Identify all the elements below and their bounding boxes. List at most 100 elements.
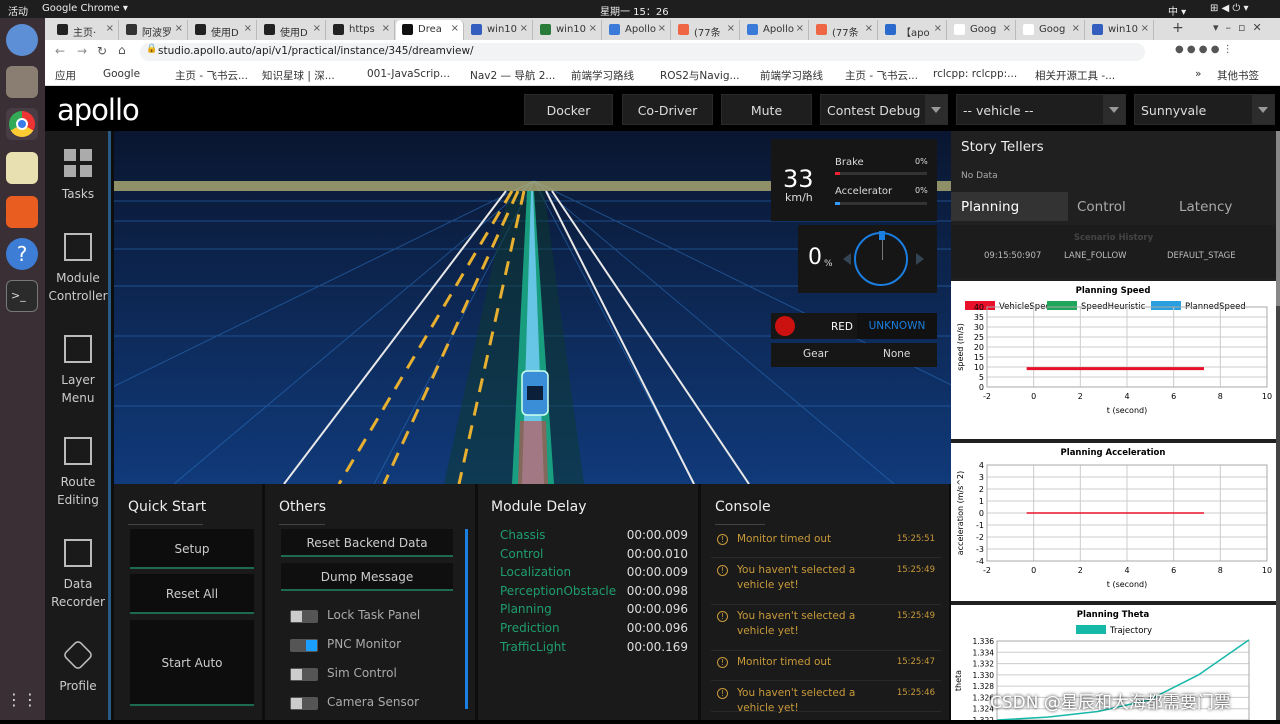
browser-tab[interactable]: win10 × (1086, 20, 1154, 40)
nav-tasks[interactable]: Tasks (45, 149, 111, 203)
bookmark-item[interactable]: ROS2与Navig... (660, 68, 740, 83)
help-icon[interactable]: ? (6, 238, 38, 270)
y-tick-label: -3 (976, 545, 984, 554)
browser-tab[interactable]: Goog × (948, 20, 1016, 40)
close-icon[interactable]: × (175, 23, 183, 34)
close-icon[interactable]: × (451, 23, 459, 34)
bookmark-item[interactable]: rclcpp: rclcpp:... (933, 68, 1017, 80)
setup-button[interactable]: Setup (130, 529, 254, 569)
nav-layer-menu[interactable]: Layer Menu (45, 335, 111, 407)
input-method[interactable]: 中 ▾ (1168, 3, 1186, 18)
browser-tab[interactable]: Drea × (396, 20, 464, 40)
toggle-switch[interactable] (290, 610, 318, 623)
tab-control[interactable]: Control (1077, 199, 1126, 215)
bookmark-item[interactable]: 001-JavaScrip... (367, 68, 450, 80)
close-icon[interactable]: × (1072, 23, 1080, 34)
browser-tab[interactable]: (77条 × (810, 20, 878, 40)
close-icon[interactable]: × (589, 23, 597, 34)
browser-tab[interactable]: (77条 × (672, 20, 740, 40)
active-app-menu[interactable]: Google Chrome ▾ (42, 3, 128, 14)
software-icon[interactable] (6, 196, 38, 228)
scrollbar[interactable] (465, 529, 468, 709)
tray-icons[interactable]: ⊞ ◀ ⏻ ▾ (1210, 3, 1249, 14)
toggle-switch[interactable] (290, 668, 318, 681)
close-icon[interactable]: × (934, 23, 942, 34)
browser-tab[interactable]: win10 × (465, 20, 533, 40)
module-delay-panel: Module Delay Chassis 00:00.009 Control 00:0… (478, 484, 700, 720)
nav-module-controller[interactable]: Module Controller (45, 233, 111, 305)
right-scrollbar[interactable] (1276, 131, 1280, 720)
nav-data-recorder[interactable]: Data Recorder (45, 539, 111, 611)
console-panel: Console ! Monitor timed out 15:25:51! You h… (701, 484, 951, 720)
tab-planning[interactable]: Planning (961, 199, 1019, 215)
close-icon[interactable]: × (727, 23, 735, 34)
tab-latency[interactable]: Latency (1179, 199, 1232, 215)
browser-tab[interactable]: https × (327, 20, 395, 40)
extension-icons[interactable]: ● ● ● ● ⋮ (1175, 44, 1233, 55)
browser-tab[interactable]: 阿波罗 × (120, 20, 188, 40)
dump-message-button[interactable]: Dump Message (281, 563, 453, 591)
bookmark-item[interactable]: 其他书签 (1217, 68, 1259, 83)
mode-select[interactable]: Contest Debug (820, 94, 948, 125)
browser-tab[interactable]: Goog × (1017, 20, 1085, 40)
toggle-switch[interactable] (290, 639, 318, 652)
home-icon[interactable]: ⌂ (118, 43, 126, 57)
activities-button[interactable]: 活动 (8, 3, 28, 18)
new-tab-button[interactable]: + (1172, 20, 1184, 36)
mute-button[interactable]: Mute (721, 94, 812, 125)
close-icon[interactable]: × (382, 23, 390, 34)
browser-tab[interactable]: 【apo × (879, 20, 947, 40)
browser-tab[interactable]: 使用D × (258, 20, 326, 40)
bookmark-item[interactable]: 应用 (55, 68, 76, 83)
browser-tab[interactable]: win10 × (534, 20, 602, 40)
reset-all-button[interactable]: Reset All (130, 574, 254, 614)
reload-icon[interactable]: ↻ (97, 44, 107, 58)
bookmark-item[interactable]: 知识星球 | 深... (262, 68, 335, 83)
close-icon[interactable]: × (313, 23, 321, 34)
docker-version-button[interactable]: Docker Version (524, 94, 613, 149)
bookmark-item[interactable]: 主页 - 飞书云... (175, 68, 248, 83)
browser-tab[interactable]: 主页· × (51, 20, 119, 40)
rhythmbox-icon[interactable] (6, 152, 38, 184)
reset-backend-button[interactable]: Reset Backend Data (281, 529, 453, 557)
close-icon[interactable]: × (1141, 23, 1149, 34)
codriver-button[interactable]: Co-Driver (622, 94, 713, 125)
nav-profile[interactable]: Profile (45, 639, 111, 695)
close-icon[interactable]: × (520, 23, 528, 34)
close-icon[interactable]: × (796, 23, 804, 34)
bookmark-item[interactable]: Nav2 — 导航 2... (470, 68, 555, 83)
brake-value: 0% (915, 157, 928, 166)
close-icon[interactable]: × (658, 23, 666, 34)
console-message: Monitor timed out (737, 533, 832, 545)
start-auto-button[interactable]: Start Auto (130, 620, 254, 706)
clock[interactable]: 星期一 15：26 (600, 3, 669, 18)
browser-tab[interactable]: Apollo × (741, 20, 809, 40)
close-icon[interactable]: × (244, 23, 252, 34)
window-controls[interactable]: ▾ – ▫ ✕ (1213, 21, 1262, 34)
thunderbird-icon[interactable] (6, 24, 38, 56)
browser-tab[interactable]: 使用D × (189, 20, 257, 40)
chrome-icon[interactable] (6, 108, 38, 140)
chart-planning-speed[interactable]: Planning Speed VehicleSpeed SpeedHeuristic… (951, 281, 1276, 439)
toggle-switch[interactable] (290, 697, 318, 710)
bookmark-item[interactable]: 相关开源工具 -... (1035, 68, 1115, 83)
nav-route-editing[interactable]: Route Editing (45, 437, 111, 509)
close-icon[interactable]: × (106, 23, 114, 34)
show-apps-icon[interactable]: ⋮⋮⋮ (6, 684, 54, 716)
vehicle-select[interactable]: -- vehicle -- (956, 94, 1126, 125)
files-icon[interactable] (6, 66, 38, 98)
bookmark-item[interactable]: Google (103, 68, 140, 80)
bookmark-item[interactable]: 前端学习路线 (571, 68, 634, 83)
back-icon[interactable]: ← (55, 44, 65, 58)
close-icon[interactable]: × (865, 23, 873, 34)
browser-tab[interactable]: Apollo × (603, 20, 671, 40)
forward-icon[interactable]: → (77, 44, 87, 58)
terminal-icon[interactable]: >_ (6, 280, 38, 312)
bookmark-item[interactable]: » (1195, 68, 1201, 80)
map-select[interactable]: Sunnyvale (1134, 94, 1275, 125)
close-icon[interactable]: × (1003, 23, 1011, 34)
bookmark-item[interactable]: 主页 - 飞书云... (845, 68, 918, 83)
chart-planning-acceleration[interactable]: Planning Acceleration -4 -3 -2 -1 0 1 2 3 4 -2 0 2 4 6… (951, 443, 1276, 601)
address-bar[interactable]: 🔒 studio.apollo.auto/api/v1/practical/ins… (140, 43, 1145, 61)
bookmark-item[interactable]: 前端学习路线 (760, 68, 823, 83)
